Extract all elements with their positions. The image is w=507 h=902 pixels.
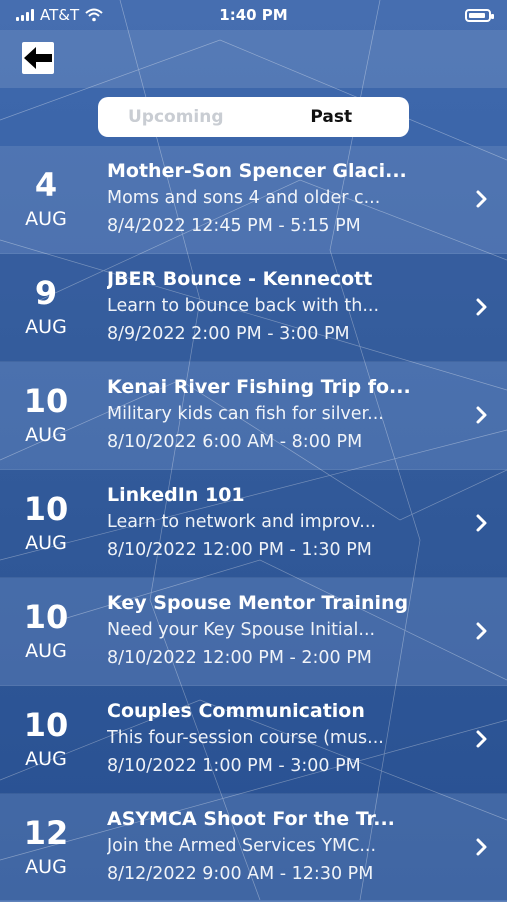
event-time: 8/10/2022 6:00 AM - 8:00 PM — [107, 432, 363, 452]
event-date: 10 AUG — [0, 470, 92, 578]
carrier-label: AT&T — [40, 6, 80, 24]
event-row[interactable]: 10 AUG Key Spouse Mentor Training Need y… — [0, 578, 507, 686]
tab-past[interactable]: Past — [254, 97, 410, 137]
event-description: Join the Armed Services YMC... — [107, 836, 377, 856]
tab-upcoming[interactable]: Upcoming — [98, 97, 254, 137]
chevron-right-icon — [476, 514, 487, 532]
event-row[interactable]: 10 AUG Couples Communication This four-s… — [0, 686, 507, 794]
event-day: 10 — [23, 598, 69, 636]
event-date: 4 AUG — [0, 146, 92, 254]
back-button[interactable] — [22, 42, 54, 74]
event-month: AUG — [25, 424, 67, 446]
nav-bar — [0, 30, 507, 88]
event-content: ASYMCA Shoot For the Tr... Join the Arme… — [107, 806, 457, 888]
event-title: Kenai River Fishing Trip fo... — [107, 376, 411, 398]
event-date: 10 AUG — [0, 686, 92, 794]
event-time: 8/4/2022 12:45 PM - 5:15 PM — [107, 216, 361, 236]
event-date: 10 AUG — [0, 578, 92, 686]
event-day: 10 — [23, 382, 69, 420]
wifi-icon — [85, 8, 103, 22]
event-day: 4 — [34, 166, 58, 204]
event-content: Couples Communication This four-session … — [107, 698, 457, 780]
chevron-right-icon — [476, 406, 487, 424]
event-content: Key Spouse Mentor Training Need your Key… — [107, 590, 457, 672]
event-date: 10 AUG — [0, 362, 92, 470]
event-day: 10 — [23, 706, 69, 744]
event-title: Key Spouse Mentor Training — [107, 592, 409, 614]
event-date: 9 AUG — [0, 254, 92, 362]
event-list: 4 AUG Mother-Son Spencer Glaci... Moms a… — [0, 146, 507, 902]
status-time: 1:40 PM — [219, 6, 288, 24]
event-content: LinkedIn 101 Learn to network and improv… — [107, 482, 457, 564]
event-time: 8/10/2022 1:00 PM - 3:00 PM — [107, 756, 361, 776]
event-description: Learn to network and improv... — [107, 512, 376, 532]
event-row[interactable]: 10 AUG LinkedIn 101 Learn to network and… — [0, 470, 507, 578]
event-time: 8/10/2022 12:00 PM - 2:00 PM — [107, 648, 372, 668]
chevron-right-icon — [476, 730, 487, 748]
event-description: Moms and sons 4 and older c... — [107, 188, 381, 208]
event-title: Mother-Son Spencer Glaci... — [107, 160, 407, 182]
event-day: 9 — [34, 274, 58, 312]
event-month: AUG — [25, 748, 67, 770]
event-month: AUG — [25, 856, 67, 878]
chevron-right-icon — [476, 622, 487, 640]
event-description: Military kids can fish for silver... — [107, 404, 384, 424]
event-time: 8/10/2022 12:00 PM - 1:30 PM — [107, 540, 372, 560]
event-row[interactable]: 12 AUG ASYMCA Shoot For the Tr... Join t… — [0, 794, 507, 902]
event-day: 10 — [23, 490, 69, 528]
arrow-left-icon — [24, 47, 52, 69]
event-time: 8/12/2022 9:00 AM - 12:30 PM — [107, 864, 374, 884]
chevron-right-icon — [476, 298, 487, 316]
status-bar: AT&T 1:40 PM — [0, 0, 507, 30]
event-content: JBER Bounce - Kennecott Learn to bounce … — [107, 266, 457, 348]
battery-icon — [465, 8, 494, 22]
event-row[interactable]: 4 AUG Mother-Son Spencer Glaci... Moms a… — [0, 146, 507, 254]
event-title: ASYMCA Shoot For the Tr... — [107, 808, 395, 830]
event-title: Couples Communication — [107, 700, 365, 722]
event-date: 12 AUG — [0, 794, 92, 902]
event-month: AUG — [25, 208, 67, 230]
event-title: JBER Bounce - Kennecott — [107, 268, 373, 290]
event-content: Mother-Son Spencer Glaci... Moms and son… — [107, 158, 457, 240]
event-time: 8/9/2022 2:00 PM - 3:00 PM — [107, 324, 350, 344]
signal-icon — [16, 9, 34, 21]
chevron-right-icon — [476, 190, 487, 208]
upcoming-past-toggle: Upcoming Past — [98, 97, 409, 137]
event-description: Need your Key Spouse Initial... — [107, 620, 376, 640]
event-month: AUG — [25, 640, 67, 662]
event-month: AUG — [25, 316, 67, 338]
event-day: 12 — [23, 814, 69, 852]
status-left: AT&T — [16, 6, 103, 24]
chevron-right-icon — [476, 838, 487, 856]
event-title: LinkedIn 101 — [107, 484, 245, 506]
event-month: AUG — [25, 532, 67, 554]
event-content: Kenai River Fishing Trip fo... Military … — [107, 374, 457, 456]
event-row[interactable]: 10 AUG Kenai River Fishing Trip fo... Mi… — [0, 362, 507, 470]
event-row[interactable]: 9 AUG JBER Bounce - Kennecott Learn to b… — [0, 254, 507, 362]
event-description: This four-session course (mus... — [107, 728, 384, 748]
event-description: Learn to bounce back with th... — [107, 296, 380, 316]
